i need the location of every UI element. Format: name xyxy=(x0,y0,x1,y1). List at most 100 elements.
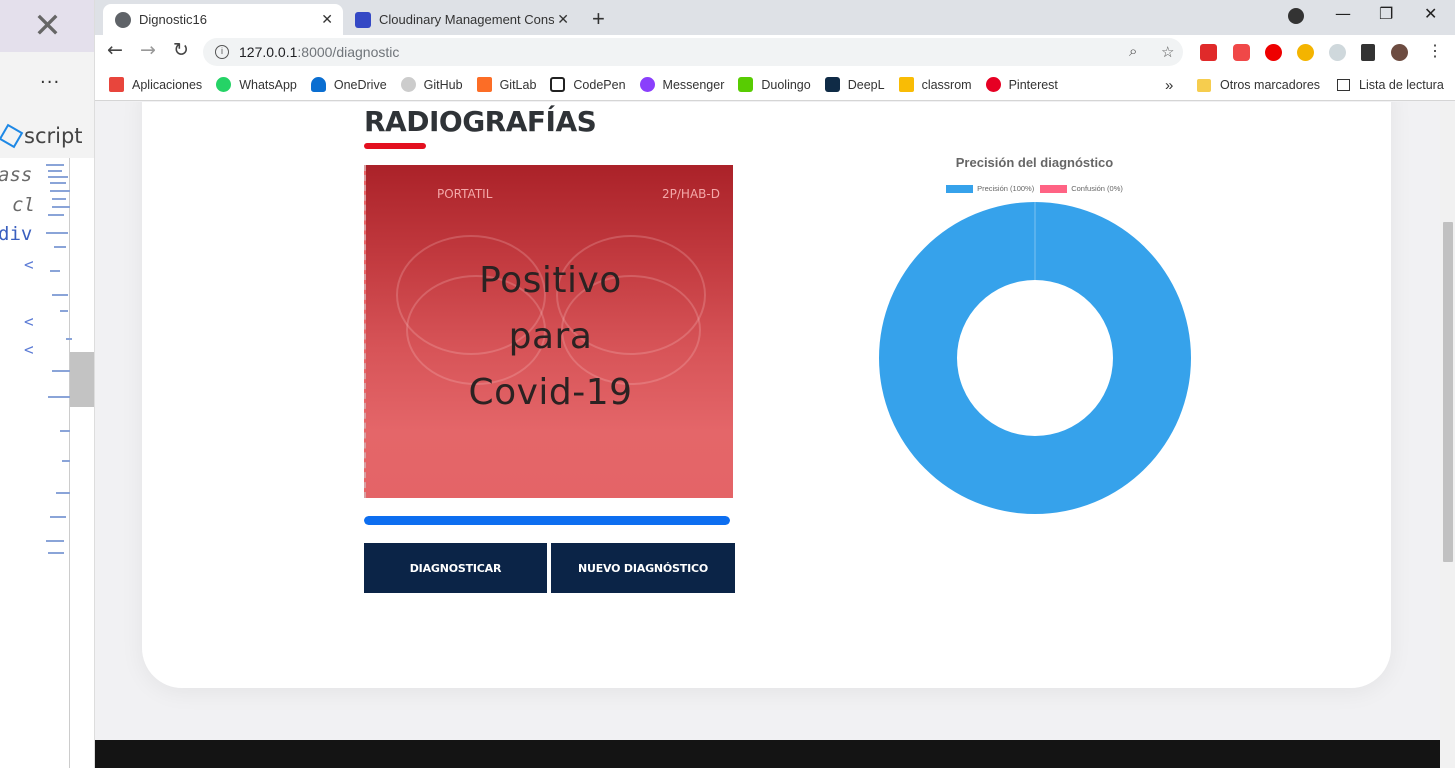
reading-list[interactable]: Lista de lectura xyxy=(1337,69,1444,101)
duolingo-icon xyxy=(738,77,754,92)
messenger-icon xyxy=(639,77,655,92)
bookmark-label: GitLab xyxy=(499,77,537,92)
editor-close-area: ✕ xyxy=(0,0,94,52)
xray-image: PORTATIL 2P/HAB-D Positivo para Covid-19 xyxy=(364,165,733,498)
bookmark-codepen[interactable]: CodePen xyxy=(550,77,626,92)
xray-label-left: PORTATIL xyxy=(437,187,493,201)
deepl-icon xyxy=(824,77,840,92)
minimize-icon[interactable]: — xyxy=(1335,4,1351,23)
minimap-slider[interactable] xyxy=(70,352,94,407)
close-icon[interactable]: ✕ xyxy=(33,9,62,43)
bookmark-whatsapp[interactable]: WhatsApp xyxy=(216,77,297,92)
bookmark-label: classrom xyxy=(921,77,972,92)
editor-tab-label: script xyxy=(24,124,83,148)
globe-icon xyxy=(115,11,131,28)
page-footer xyxy=(95,740,1440,768)
gitlab-icon xyxy=(476,77,492,92)
page-scrollbar[interactable] xyxy=(1440,102,1455,768)
tab-close-icon[interactable]: ✕ xyxy=(557,11,569,28)
bookmark-gitlab[interactable]: GitLab xyxy=(476,77,537,92)
progress-fill xyxy=(364,516,730,525)
legend-swatch xyxy=(1040,184,1068,193)
bookmark-github[interactable]: GitHub xyxy=(400,77,463,92)
bookmarks-overflow-icon[interactable]: » xyxy=(1165,69,1173,101)
bookmark-star-icon[interactable]: ☆ xyxy=(1161,43,1174,61)
site-info-icon[interactable]: i xyxy=(215,45,229,59)
back-arrow-icon[interactable]: ← xyxy=(107,39,123,61)
code-line: ass xyxy=(0,164,33,186)
whatsapp-icon xyxy=(216,77,232,92)
code-editor-panel: ✕ ··· script ass cl div < < < xyxy=(0,0,95,768)
address-bar[interactable]: i 127.0.0.1:8000/diagnostic xyxy=(203,38,1183,66)
menu-kebab-icon[interactable]: ⋮ xyxy=(1427,41,1443,61)
forward-arrow-icon[interactable]: → xyxy=(140,39,156,61)
tab-close-icon[interactable]: ✕ xyxy=(321,11,333,28)
legend-label: Precisión (100%) xyxy=(977,184,1035,193)
onedrive-cloud-icon xyxy=(310,77,326,92)
legend-swatch xyxy=(946,184,974,193)
bookmarks-bar: Aplicaciones WhatsApp OneDrive GitHub Gi… xyxy=(95,69,1455,101)
bookmark-other[interactable]: Otros marcadores xyxy=(1197,69,1320,101)
bookmark-classroom[interactable]: classrom xyxy=(898,77,972,92)
result-line: para xyxy=(508,316,593,357)
heading-underline xyxy=(364,143,426,149)
reading-list-icon xyxy=(1337,79,1350,91)
github-icon xyxy=(400,77,416,92)
zoom-search-icon[interactable]: ⌕ xyxy=(1129,43,1137,60)
editor-tab-script[interactable]: script xyxy=(0,123,83,149)
bookmark-label: Duolingo xyxy=(761,77,811,92)
fold-marker: < xyxy=(24,255,34,274)
avatar[interactable] xyxy=(1391,44,1408,61)
tab-title: Dignostic16 xyxy=(139,12,207,27)
tab-dignostic[interactable]: Dignostic16 ✕ xyxy=(103,4,343,35)
xray-label-right: 2P/HAB-D xyxy=(662,187,720,201)
profile-menu-icon[interactable] xyxy=(1288,8,1304,24)
minimap[interactable] xyxy=(38,160,72,760)
bookmark-label: Lista de lectura xyxy=(1359,78,1444,92)
bookmark-label: Otros marcadores xyxy=(1220,78,1321,92)
more-options-icon[interactable]: ··· xyxy=(40,72,60,93)
bookmark-label: GitHub xyxy=(423,77,463,92)
bookmark-pinterest[interactable]: Pinterest xyxy=(985,77,1058,92)
bookmark-apps[interactable]: Aplicaciones xyxy=(109,77,202,92)
owl-extension-icon[interactable] xyxy=(1297,44,1314,61)
browser-toolbar: ← → ↻ i 127.0.0.1:8000/diagnostic ⌕ ☆ ⋮ xyxy=(95,35,1455,69)
classroom-icon xyxy=(898,77,914,92)
url-host: 127.0.0.1 xyxy=(239,44,298,60)
apps-grid-icon xyxy=(109,77,124,92)
donut-chart[interactable] xyxy=(879,202,1191,514)
pinterest-icon xyxy=(985,77,1001,92)
new-tab-icon[interactable]: + xyxy=(592,6,605,32)
result-line: Covid-19 xyxy=(468,372,633,413)
opera-extension-icon[interactable] xyxy=(1265,44,1282,61)
react-extension-icon[interactable] xyxy=(1329,44,1346,61)
tab-cloudinary[interactable]: Cloudinary Management Console ✕ xyxy=(343,4,579,35)
bookmark-label: Aplicaciones xyxy=(132,77,203,92)
puzzle-extensions-icon[interactable] xyxy=(1361,44,1375,61)
code-line: cl xyxy=(12,194,35,216)
extension-icon[interactable] xyxy=(1233,44,1250,61)
cube-icon xyxy=(0,123,24,149)
bookmark-label: CodePen xyxy=(573,77,626,92)
bookmark-onedrive[interactable]: OneDrive xyxy=(310,77,387,92)
page-viewport: DIAGNÓSTICO BASADO EN RADIOGRAFÍAS PORTA… xyxy=(95,102,1440,768)
bookmark-messenger[interactable]: Messenger xyxy=(639,77,724,92)
scrollbar-thumb[interactable] xyxy=(1443,222,1453,562)
restore-icon[interactable]: ❐ xyxy=(1379,4,1393,23)
new-diagnosis-button[interactable]: NUEVO DIAGNÓSTICO xyxy=(551,543,735,593)
legend-item-precision[interactable]: Precisión (100%) xyxy=(946,184,1034,193)
fold-marker: < xyxy=(24,312,34,331)
reload-icon[interactable]: ↻ xyxy=(173,39,189,61)
bookmark-label: OneDrive xyxy=(333,77,387,92)
close-window-icon[interactable]: ✕ xyxy=(1424,4,1437,23)
chart-title: Precisión del diagnóstico xyxy=(955,155,1114,170)
bookmark-deepl[interactable]: DeepL xyxy=(824,77,885,92)
url-path: :8000/diagnostic xyxy=(297,44,400,60)
bookmark-label: DeepL xyxy=(847,77,885,92)
legend-item-confusion[interactable]: Confusión (0%) xyxy=(1040,184,1123,193)
result-line: Positivo xyxy=(479,260,622,301)
cloudinary-icon xyxy=(355,11,371,28)
extension-icon[interactable] xyxy=(1200,44,1217,61)
bookmark-duolingo[interactable]: Duolingo xyxy=(738,77,811,92)
diagnose-button[interactable]: DIAGNOSTICAR xyxy=(364,543,547,593)
